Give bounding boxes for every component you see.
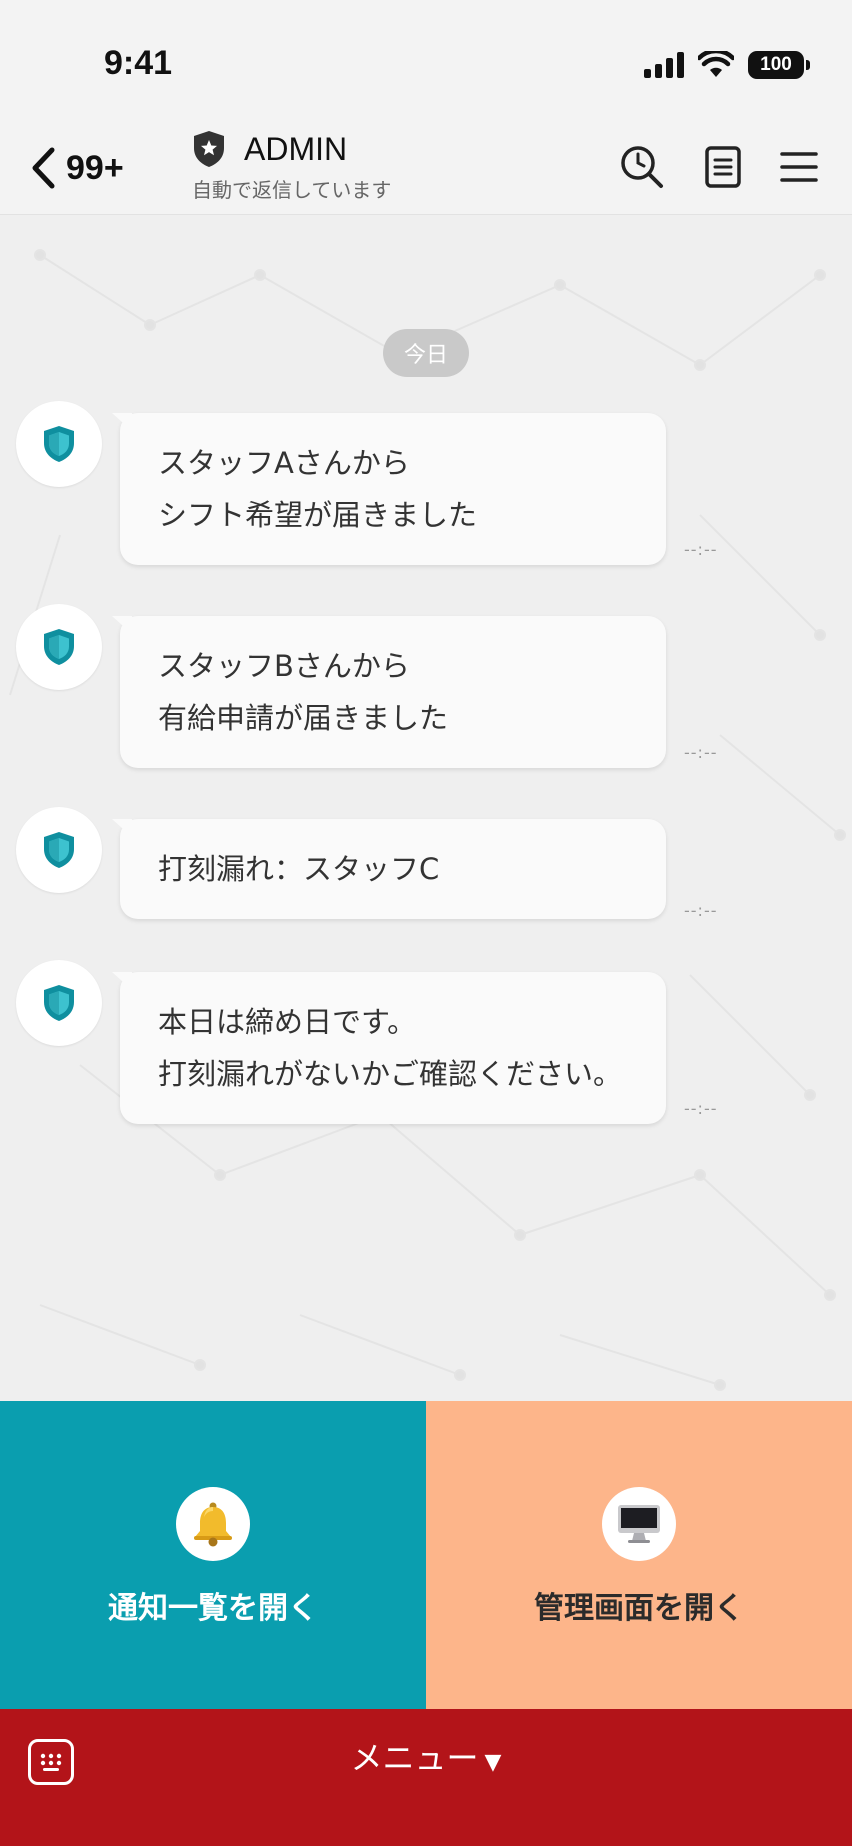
message-line: 有給申請が届きました [158,701,449,735]
chat-area[interactable]: 今日 スタッフAさんから シフト希望が届きました --:-- スタッフBさんから [0,215,852,1401]
desktop-computer-icon [618,1505,660,1543]
open-admin-label: 管理画面を開く [534,1591,744,1626]
chevron-left-icon [32,147,55,189]
wifi-icon [698,51,734,77]
message-time: --:-- [684,1099,718,1118]
bot-avatar[interactable] [16,960,102,1046]
bot-avatar[interactable] [16,401,102,487]
rich-menu: 通知一覧を開く 管理画面を開く [0,1401,852,1709]
notes-icon[interactable] [698,142,748,192]
message-bubble[interactable]: 打刻漏れ：スタッフC [120,819,666,919]
message-time: --:-- [684,540,718,559]
bell-icon-badge [176,1487,250,1561]
bell-icon [194,1502,232,1547]
message-line: シフト希望が届きました [158,498,478,532]
status-time: 9:41 [104,44,173,82]
status-bar: 9:41 100 [0,0,852,120]
message-line: 打刻漏れ：スタッフC [158,852,440,886]
message-line: スタッフBさんから [158,649,410,683]
message-line: 本日は締め日です。 [158,1005,417,1039]
bot-avatar[interactable] [16,604,102,690]
chat-header: 99+ ADMIN 自動で返信しています [0,120,852,215]
computer-icon-badge [602,1487,676,1561]
bot-avatar[interactable] [16,807,102,893]
menu-toggle-label: メニュー [350,1739,479,1777]
shield-icon [44,985,74,1021]
message-bubble[interactable]: スタッフBさんから 有給申請が届きました [120,616,666,768]
shield-icon [44,832,74,868]
open-admin-button[interactable]: 管理画面を開く [426,1401,852,1709]
chat-title-block: ADMIN 自動で返信しています [192,130,391,203]
bottom-bar: メニュー ▼ [0,1709,852,1846]
back-button[interactable]: 99+ [30,138,124,198]
cellular-signal-icon [644,52,684,78]
message-time: --:-- [684,743,718,762]
shield-icon [44,629,74,665]
unread-count: 99+ [66,148,124,187]
status-icons: 100 [644,48,810,82]
search-clock-icon[interactable] [617,142,667,192]
shield-star-icon [194,131,224,167]
date-separator: 今日 [383,329,469,377]
menu-arrow-icon: ▼ [484,1750,502,1775]
message-bubble[interactable]: 本日は締め日です。 打刻漏れがないかご確認ください。 [120,972,666,1124]
open-notifications-button[interactable]: 通知一覧を開く [0,1401,426,1709]
network-pattern-background [9,249,846,1391]
shield-icon [44,426,74,462]
message-time: --:-- [684,901,718,920]
menu-toggle-button[interactable]: メニュー ▼ [0,1733,852,1779]
battery-icon: 100 [748,51,810,79]
message-bubble[interactable]: スタッフAさんから シフト希望が届きました [120,413,666,565]
message-line: 打刻漏れがないかご確認ください。 [158,1057,623,1091]
chat-subtitle: 自動で返信しています [192,178,392,202]
message-line: スタッフAさんから [158,446,410,480]
open-notifications-label: 通知一覧を開く [108,1591,318,1626]
menu-icon[interactable] [774,142,824,192]
chat-title: ADMIN [244,130,348,167]
